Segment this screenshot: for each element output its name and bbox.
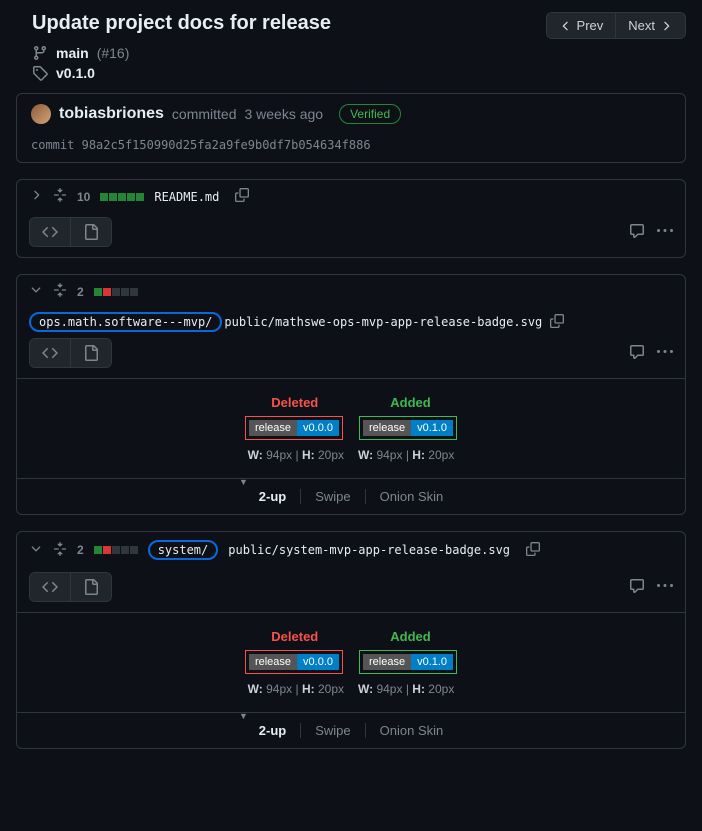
avatar[interactable]: [31, 104, 51, 124]
deleted-label: Deleted: [271, 629, 318, 644]
comment-icon[interactable]: [629, 344, 645, 363]
file-path[interactable]: public/system-mvp-app-release-badge.svg: [228, 543, 510, 557]
kebab-icon[interactable]: [657, 223, 673, 242]
git-branch-icon: [32, 45, 48, 61]
verified-badge[interactable]: Verified: [339, 104, 401, 124]
marker-icon: ▼: [239, 477, 248, 487]
change-count: 2: [77, 543, 84, 557]
added-label: Added: [390, 629, 430, 644]
file-path-highlighted[interactable]: ops.math.software---mvp/: [29, 312, 222, 332]
tag-icon: [32, 65, 48, 81]
commit-nav: Prev Next: [546, 12, 686, 39]
prev-button[interactable]: Prev: [547, 13, 617, 38]
view-toggle: [29, 572, 112, 602]
comment-icon[interactable]: [629, 223, 645, 242]
file-path-highlighted[interactable]: system/: [148, 540, 219, 560]
deleted-image[interactable]: releasev0.0.0: [245, 416, 343, 440]
expand-icon[interactable]: [53, 283, 67, 300]
marker-icon: ▼: [239, 711, 248, 721]
expand-icon[interactable]: [53, 542, 67, 559]
branch-name[interactable]: main: [56, 45, 89, 61]
file-block: 2 ops.math.software---mvp/public/mathswe…: [16, 274, 686, 515]
code-icon: [42, 345, 58, 361]
chevron-left-icon: [559, 19, 573, 33]
change-count: 2: [77, 285, 84, 299]
committed-text: committed: [172, 106, 237, 122]
file-block: 10 README.md: [16, 179, 686, 258]
chevron-right-icon: [659, 19, 673, 33]
mode-onion[interactable]: Onion Skin: [366, 489, 458, 504]
commit-info: tobiasbriones committed 3 weeks ago Veri…: [16, 93, 686, 163]
tag-row: v0.1.0: [16, 63, 686, 83]
file-icon: [83, 579, 99, 595]
expand-icon[interactable]: [53, 188, 67, 205]
file-path[interactable]: README.md: [154, 190, 219, 204]
kebab-icon[interactable]: [657, 578, 673, 597]
image-view-modes: ▼ 2-up Swipe Onion Skin: [17, 478, 685, 514]
kebab-icon[interactable]: [657, 344, 673, 363]
view-toggle: [29, 217, 112, 247]
copy-icon[interactable]: [526, 542, 540, 559]
author-link[interactable]: tobiasbriones: [59, 105, 164, 123]
comment-icon[interactable]: [629, 578, 645, 597]
commit-sha: commit 98a2c5f150990d25fa2a9fe9b0df7b054…: [31, 138, 671, 152]
deleted-image[interactable]: releasev0.0.0: [245, 650, 343, 674]
branch-row: main (#16): [16, 43, 686, 63]
next-label: Next: [628, 18, 655, 33]
file-path[interactable]: public/mathswe-ops-mvp-app-release-badge…: [224, 315, 542, 329]
code-icon: [42, 224, 58, 240]
chevron-right-icon[interactable]: [29, 188, 43, 205]
image-diff: Deleted Added releasev0.0.0 releasev0.1.…: [17, 612, 685, 712]
view-toggle: [29, 338, 112, 368]
source-view-button[interactable]: [30, 573, 71, 601]
mode-2up[interactable]: 2-up: [245, 489, 301, 504]
added-image[interactable]: releasev0.1.0: [359, 416, 457, 440]
file-block: 2 system/public/system-mvp-app-release-b…: [16, 531, 686, 749]
diff-stat: [94, 288, 138, 296]
copy-icon[interactable]: [550, 314, 564, 331]
source-view-button[interactable]: [30, 339, 71, 367]
tag-name[interactable]: v0.1.0: [56, 65, 95, 81]
dimensions: W: 94px | H: 20px W: 94px | H: 20px: [29, 448, 673, 462]
rendered-view-button[interactable]: [71, 339, 111, 367]
added-label: Added: [390, 395, 430, 410]
diff-stat: [94, 546, 138, 554]
image-view-modes: ▼ 2-up Swipe Onion Skin: [17, 712, 685, 748]
file-icon: [83, 224, 99, 240]
code-icon: [42, 579, 58, 595]
mode-swipe[interactable]: Swipe: [301, 489, 365, 504]
pr-reference[interactable]: (#16): [97, 45, 130, 61]
next-button[interactable]: Next: [616, 13, 685, 38]
dimensions: W: 94px | H: 20px W: 94px | H: 20px: [29, 682, 673, 696]
mode-swipe[interactable]: Swipe: [301, 723, 365, 738]
source-view-button[interactable]: [30, 218, 71, 246]
added-image[interactable]: releasev0.1.0: [359, 650, 457, 674]
file-icon: [83, 345, 99, 361]
commit-time: 3 weeks ago: [244, 106, 323, 122]
deleted-label: Deleted: [271, 395, 318, 410]
prev-label: Prev: [577, 18, 604, 33]
chevron-down-icon[interactable]: [29, 283, 43, 300]
commit-title: Update project docs for release: [16, 12, 331, 35]
diff-stat: [100, 193, 144, 201]
chevron-down-icon[interactable]: [29, 542, 43, 559]
change-count: 10: [77, 190, 90, 204]
rendered-view-button[interactable]: [71, 573, 111, 601]
rendered-view-button[interactable]: [71, 218, 111, 246]
mode-2up[interactable]: 2-up: [245, 723, 301, 738]
mode-onion[interactable]: Onion Skin: [366, 723, 458, 738]
image-diff: Deleted Added releasev0.0.0 releasev0.1.…: [17, 378, 685, 478]
copy-icon[interactable]: [235, 188, 249, 205]
